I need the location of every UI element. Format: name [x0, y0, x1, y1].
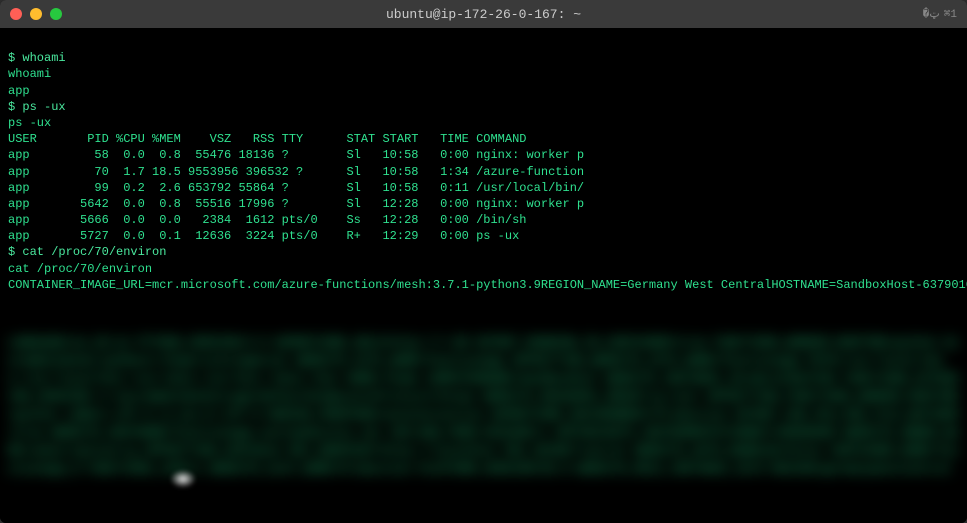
- terminal-window: ubuntu@ip-172-26-0-167: ~ �ټ ⌘1 $ whoami…: [0, 0, 967, 523]
- traffic-lights: [0, 8, 62, 20]
- ps-row: app 70 1.7 18.5 9553956 396532 ? Sl 10:5…: [8, 165, 584, 179]
- echo-ps: ps -ux: [8, 116, 51, 130]
- terminal-body[interactable]: $ whoami whoami app $ ps -ux ps -ux USER…: [0, 28, 967, 523]
- ps-row: app 58 0.0 0.8 55476 18136 ? Sl 10:58 0:…: [8, 148, 584, 162]
- ps-row: app 5642 0.0 0.8 55516 17996 ? Sl 12:28 …: [8, 197, 584, 211]
- maximize-icon[interactable]: [50, 8, 62, 20]
- command-cat: cat /proc/70/environ: [22, 245, 166, 259]
- prompt-char: $: [8, 245, 22, 259]
- ps-row: app 5727 0.0 0.1 12636 3224 pts/0 R+ 12:…: [8, 229, 519, 243]
- blurred-text: LANGUAGE=en_US:en PYTHON_VERSION=3.9 ASP…: [0, 330, 967, 482]
- command-whoami: whoami: [22, 51, 65, 65]
- command-ps: ps -ux: [22, 100, 65, 114]
- ps-row: app 99 0.2 2.6 653792 55864 ? Sl 10:58 0…: [8, 181, 584, 195]
- output-whoami: app: [8, 84, 30, 98]
- titlebar-shortcut: �ټ ⌘1: [923, 7, 957, 21]
- ps-header: USER PID %CPU %MEM VSZ RSS TTY STAT STAR…: [8, 132, 526, 146]
- titlebar[interactable]: ubuntu@ip-172-26-0-167: ~ �ټ ⌘1: [0, 0, 967, 28]
- close-icon[interactable]: [10, 8, 22, 20]
- cursor-glow: [170, 470, 196, 488]
- minimize-icon[interactable]: [30, 8, 42, 20]
- redacted-output: LANGUAGE=en_US:en PYTHON_VERSION=3.9 ASP…: [0, 298, 967, 523]
- prompt-char: $: [8, 100, 22, 114]
- window-title: ubuntu@ip-172-26-0-167: ~: [0, 7, 967, 22]
- output-environ: CONTAINER_IMAGE_URL=mcr.microsoft.com/az…: [8, 278, 967, 292]
- prompt-char: $: [8, 51, 22, 65]
- echo-whoami: whoami: [8, 67, 51, 81]
- echo-cat: cat /proc/70/environ: [8, 262, 152, 276]
- broadcast-icon: �ټ: [923, 7, 940, 21]
- ps-row: app 5666 0.0 0.0 2384 1612 pts/0 Ss 12:2…: [8, 213, 526, 227]
